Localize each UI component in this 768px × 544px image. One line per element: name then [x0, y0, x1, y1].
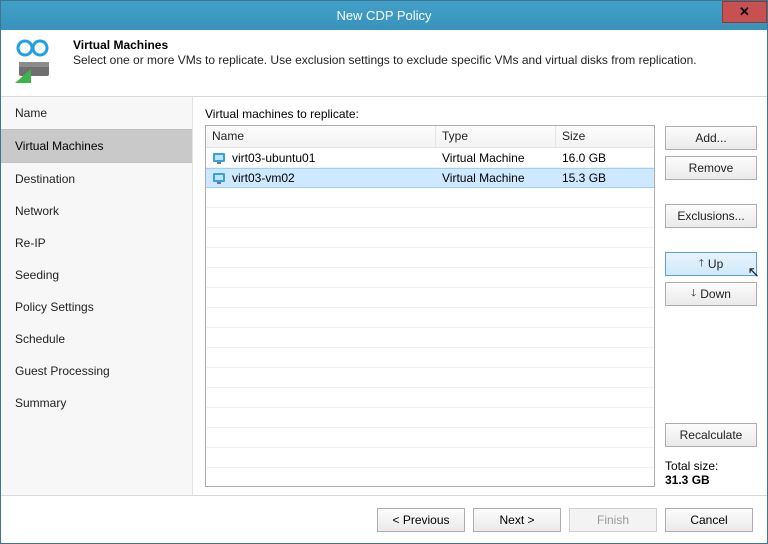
wizard-step-icon	[13, 38, 61, 86]
sidebar-item-network[interactable]: Network	[1, 195, 192, 227]
empty-row	[206, 388, 654, 408]
empty-row	[206, 208, 654, 228]
finish-button: Finish	[569, 508, 657, 532]
down-button[interactable]: 🡓 Down	[665, 282, 757, 306]
empty-row	[206, 328, 654, 348]
table-row[interactable]: virt03-ubuntu01 Virtual Machine 16.0 GB	[206, 148, 654, 168]
sidebar-item-policy-settings[interactable]: Policy Settings	[1, 291, 192, 323]
vm-type: Virtual Machine	[436, 169, 556, 187]
window-close-button[interactable]: ✕	[722, 1, 767, 23]
vm-type: Virtual Machine	[436, 149, 556, 167]
page-heading: Virtual Machines	[73, 38, 697, 52]
sidebar-item-seeding[interactable]: Seeding	[1, 259, 192, 291]
sidebar-item-guest-processing[interactable]: Guest Processing	[1, 355, 192, 387]
sidebar-item-virtual-machines[interactable]: Virtual Machines	[1, 129, 192, 163]
vm-icon	[212, 150, 228, 166]
add-button[interactable]: Add...	[665, 126, 757, 150]
empty-row	[206, 228, 654, 248]
empty-row	[206, 248, 654, 268]
vm-table[interactable]: Name Type Size virt03-ubuntu01 Virtual M…	[205, 125, 655, 487]
spacer	[665, 312, 757, 417]
down-label: Down	[700, 287, 731, 301]
spacer	[665, 234, 757, 246]
empty-row	[206, 308, 654, 328]
close-icon: ✕	[739, 4, 750, 20]
wizard-footer: < Previous Next > Finish Cancel	[1, 495, 767, 543]
vm-size: 16.0 GB	[556, 149, 654, 167]
vm-table-label: Virtual machines to replicate:	[205, 107, 655, 121]
empty-row	[206, 408, 654, 428]
total-size-label: Total size:	[665, 459, 757, 473]
spacer	[665, 186, 757, 198]
empty-row	[206, 348, 654, 368]
wizard-window: New CDP Policy ✕ Virtual Machines Select…	[0, 0, 768, 544]
window-title: New CDP Policy	[1, 8, 767, 23]
wizard-main: Virtual machines to replicate: Name Type…	[193, 97, 767, 495]
sidebar-item-re-ip[interactable]: Re-IP	[1, 227, 192, 259]
page-subheading: Select one or more VMs to replicate. Use…	[73, 53, 697, 67]
empty-row	[206, 428, 654, 448]
wizard-header-text: Virtual Machines Select one or more VMs …	[73, 38, 697, 86]
empty-row	[206, 268, 654, 288]
wizard-header: Virtual Machines Select one or more VMs …	[1, 30, 767, 97]
sidebar-item-summary[interactable]: Summary	[1, 387, 192, 419]
sidebar-item-name[interactable]: Name	[1, 97, 192, 129]
previous-button[interactable]: < Previous	[377, 508, 465, 532]
sidebar-item-destination[interactable]: Destination	[1, 163, 192, 195]
total-size-value: 31.3 GB	[665, 473, 757, 487]
up-label: Up	[708, 257, 723, 271]
vm-name: virt03-vm02	[232, 171, 295, 185]
vm-table-header: Name Type Size	[206, 126, 654, 148]
empty-row	[206, 288, 654, 308]
total-size: Total size: 31.3 GB	[665, 459, 757, 487]
sidebar-item-schedule[interactable]: Schedule	[1, 323, 192, 355]
vm-table-body: virt03-ubuntu01 Virtual Machine 16.0 GB …	[206, 148, 654, 486]
column-header-size[interactable]: Size	[556, 126, 654, 147]
empty-row	[206, 448, 654, 468]
up-button[interactable]: 🡑 Up ↖	[665, 252, 757, 276]
cancel-button[interactable]: Cancel	[665, 508, 753, 532]
empty-row	[206, 188, 654, 208]
recalculate-button[interactable]: Recalculate	[665, 423, 757, 447]
wizard-steps-sidebar: Name Virtual Machines Destination Networ…	[1, 97, 193, 495]
arrow-up-icon: 🡑	[699, 256, 704, 273]
vm-table-area: Virtual machines to replicate: Name Type…	[205, 107, 655, 487]
vm-name: virt03-ubuntu01	[232, 151, 315, 165]
vm-icon	[212, 170, 228, 186]
table-row[interactable]: virt03-vm02 Virtual Machine 15.3 GB	[206, 168, 654, 188]
next-button[interactable]: Next >	[473, 508, 561, 532]
wizard-body: Name Virtual Machines Destination Networ…	[1, 97, 767, 495]
vm-size: 15.3 GB	[556, 169, 654, 187]
cursor-icon: ↖	[747, 263, 760, 281]
right-button-column: Add... Remove Exclusions... 🡑 Up ↖ 🡓 Dow…	[665, 107, 757, 487]
column-header-name[interactable]: Name	[206, 126, 436, 147]
title-bar: New CDP Policy ✕	[1, 1, 767, 30]
empty-row	[206, 368, 654, 388]
remove-button[interactable]: Remove	[665, 156, 757, 180]
arrow-down-icon: 🡓	[691, 286, 696, 303]
column-header-type[interactable]: Type	[436, 126, 556, 147]
exclusions-button[interactable]: Exclusions...	[665, 204, 757, 228]
